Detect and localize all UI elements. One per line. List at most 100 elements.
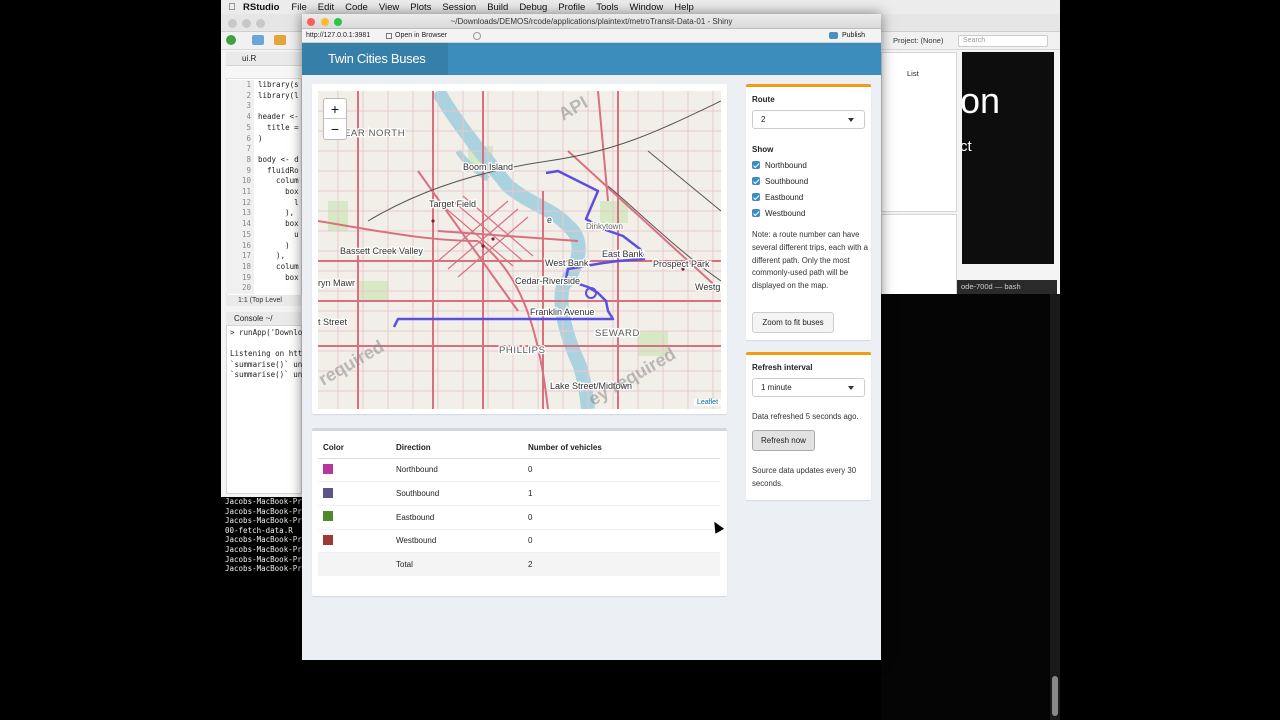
- refresh-interval-select[interactable]: 1 minute: [752, 378, 865, 397]
- leaflet-map[interactable]: EAR NORTH Boom Island Target Field e Din…: [318, 91, 721, 409]
- terminal-tab-bash[interactable]: ode-700d — bash: [957, 280, 1057, 294]
- terminal-line: 00-fetch-data.R: [225, 525, 293, 535]
- list-view-toggle[interactable]: List: [907, 69, 919, 78]
- rstudio-minimize-button[interactable]: [242, 19, 251, 28]
- console-tab[interactable]: Console ~/: [226, 312, 302, 326]
- map-label-seward: SEWARD: [595, 328, 640, 339]
- direction-checkbox-group: Northbound Southbound Eastbound Westboun…: [752, 157, 808, 221]
- refresh-viewer-icon[interactable]: [473, 32, 481, 40]
- table-row: Westbound 0: [318, 528, 720, 553]
- color-swatch-westbound: [323, 534, 333, 545]
- map-label-westg: Westg: [695, 282, 720, 292]
- menu-file[interactable]: File: [291, 2, 306, 13]
- vehicle-count-cell: 0: [523, 457, 720, 482]
- line-number-gutter: 1 2 3 4 5 6 7 8 9 10 11 12 13 14 15 16 1…: [226, 80, 254, 294]
- zoom-to-fit-button[interactable]: Zoom to fit buses: [752, 312, 834, 333]
- map-label-west-bank: West Bank: [545, 258, 589, 268]
- rstudio-zoom-button[interactable]: [256, 19, 265, 28]
- color-swatch-southbound: [323, 487, 333, 498]
- publish-button[interactable]: Publish: [842, 29, 865, 43]
- menu-app-name[interactable]: RStudio: [243, 2, 279, 13]
- column-header-direction: Direction: [391, 438, 523, 459]
- line-number: 18: [241, 261, 251, 271]
- console-output[interactable]: > runApp('Downlo Listening on htt `summa…: [230, 328, 302, 381]
- route-select[interactable]: 2: [752, 110, 865, 129]
- terminal-line: Jacobs-MacBook-Pr: [225, 564, 302, 574]
- open-file-icon[interactable]: [274, 35, 286, 45]
- checkbox-label[interactable]: Westbound: [765, 209, 805, 218]
- vehicle-count-cell: 1: [523, 481, 720, 506]
- editor-tab-label: ui.R: [242, 54, 257, 63]
- map-label-cedar-riverside: Cedar-Riverside: [515, 276, 580, 286]
- chevron-down-icon: [848, 386, 854, 390]
- checkbox-eastbound[interactable]: Eastbound: [752, 189, 808, 205]
- checkbox-checked-icon[interactable]: [752, 177, 760, 185]
- editor-tab-ui-r[interactable]: ui.R: [226, 52, 302, 66]
- total-label-cell: Total: [391, 552, 523, 577]
- terminal-scrollbar-thumb[interactable]: [1052, 676, 1058, 716]
- search-input[interactable]: Search: [958, 35, 1048, 47]
- refresh-now-button[interactable]: Refresh now: [752, 430, 815, 451]
- menu-edit[interactable]: Edit: [318, 2, 334, 13]
- map-label-east-bank: East Bank: [602, 249, 644, 259]
- menu-build[interactable]: Build: [487, 2, 508, 13]
- checkbox-westbound[interactable]: Westbound: [752, 205, 808, 221]
- open-in-browser-button[interactable]: Open in Browser: [395, 29, 447, 43]
- terminal-scrollbar[interactable]: [1050, 294, 1060, 720]
- map-label-prospect-park: Prospect Park: [653, 259, 710, 269]
- line-number: 16: [241, 240, 251, 250]
- checkbox-label[interactable]: Southbound: [765, 177, 808, 186]
- menu-session[interactable]: Session: [442, 2, 476, 13]
- map-label-near-north: EAR NORTH: [344, 128, 405, 139]
- checkbox-label[interactable]: Eastbound: [765, 193, 803, 202]
- show-label: Show: [752, 145, 774, 154]
- menu-window[interactable]: Window: [629, 2, 663, 13]
- data-refreshed-text: Data refreshed 5 seconds ago.: [752, 412, 859, 421]
- terminal-line: Jacobs-MacBook-Pr: [225, 544, 302, 554]
- route-label: Route: [752, 95, 775, 104]
- line-number: 12: [241, 197, 251, 207]
- menu-profile[interactable]: Profile: [558, 2, 585, 13]
- checkbox-checked-icon[interactable]: [752, 209, 760, 217]
- zoom-in-button[interactable]: +: [324, 99, 346, 119]
- menu-plots[interactable]: Plots: [410, 2, 431, 13]
- terminal-line: Jacobs-MacBook-Pr: [225, 497, 302, 506]
- line-number: 5: [246, 122, 251, 132]
- line-number: 4: [246, 112, 251, 122]
- line-number: 13: [241, 208, 251, 218]
- menu-debug[interactable]: Debug: [519, 2, 547, 13]
- source-update-note: Source data updates every 30 seconds.: [752, 466, 857, 488]
- checkbox-southbound[interactable]: Southbound: [752, 173, 808, 189]
- menu-tools[interactable]: Tools: [596, 2, 618, 13]
- line-number: 3: [246, 101, 251, 111]
- checkbox-checked-icon[interactable]: [752, 193, 760, 201]
- apple-icon[interactable]: : [221, 2, 243, 13]
- chevron-down-icon: [848, 118, 854, 122]
- shiny-url[interactable]: http://127.0.0.1:3981: [306, 29, 370, 43]
- menu-code[interactable]: Code: [345, 2, 368, 13]
- new-file-icon[interactable]: [226, 35, 236, 45]
- checkbox-label[interactable]: Northbound: [765, 161, 807, 170]
- menu-help[interactable]: Help: [674, 2, 694, 13]
- table-header-row: Color Direction Number of vehicles: [318, 438, 720, 459]
- checkbox-checked-icon[interactable]: [752, 161, 760, 169]
- color-swatch-northbound: [323, 463, 333, 474]
- refresh-interval-label: Refresh interval: [752, 363, 813, 372]
- menu-view[interactable]: View: [379, 2, 399, 13]
- shiny-zoom-button[interactable]: [334, 17, 342, 26]
- app-brand-title[interactable]: Twin Cities Buses: [302, 43, 448, 75]
- direction-cell: Southbound: [391, 481, 523, 506]
- open-project-icon[interactable]: [252, 35, 264, 45]
- line-number: 6: [246, 133, 251, 143]
- rstudio-close-button[interactable]: [228, 19, 237, 28]
- checkbox-northbound[interactable]: Northbound: [752, 157, 808, 173]
- map-label-phillips: PHILLIPS: [499, 345, 546, 356]
- map-label-dinkytown: Dinkytown: [586, 222, 623, 231]
- map-label-target-field: Target Field: [429, 199, 476, 209]
- shiny-minimize-button[interactable]: [321, 17, 329, 26]
- shiny-close-button[interactable]: [307, 17, 315, 26]
- total-count-cell: 2: [523, 552, 720, 577]
- leaflet-attribution-link[interactable]: Leaflet: [694, 399, 722, 406]
- code-editor[interactable]: library(s library(l header <- title = ) …: [258, 80, 302, 294]
- zoom-out-button[interactable]: −: [324, 119, 346, 139]
